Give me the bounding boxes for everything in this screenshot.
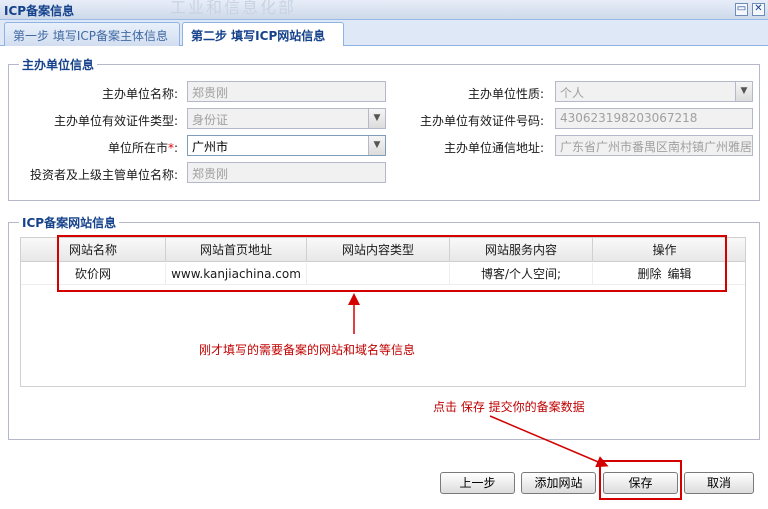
table-row[interactable]: 砍价网 www.kanjiachina.com 博客/个人空间; 删除 编辑 [21,263,745,285]
sponsor-name-field[interactable]: 郑贵刚 [187,81,386,102]
restore-icon[interactable]: ▭ [735,3,748,16]
col-header-content-type[interactable]: 网站内容类型 [307,238,450,262]
tab-strip: 第一步 填写ICP备案主体信息 第二步 填写ICP网站信息 [0,20,768,47]
col-header-service[interactable]: 网站服务内容 [450,238,593,262]
cell-content-type [307,263,450,285]
website-legend: ICP备案网站信息 [22,216,117,230]
cert-no-field[interactable]: 430623198203067218 [555,108,753,129]
window-title: ICP备案信息 [4,4,75,18]
tab-step-1[interactable]: 第一步 填写ICP备案主体信息 [4,22,180,46]
sponsor-nature-select[interactable]: 个人 ▼ [555,81,753,102]
annotation-save-note: 点击 保存 提交你的备案数据 [433,400,585,414]
cert-type-value: 身份证 [192,113,229,127]
col-header-actions: 操作 [652,243,677,257]
annotation-table-note: 刚才填写的需要备案的网站和域名等信息 [199,343,416,357]
window-titlebar: 工业和信息化部 ICP备案信息 ▭ ✕ [0,0,768,20]
cell-site-url: www.kanjiachina.com [166,263,307,285]
city-label-colon: : [173,141,178,155]
delete-link[interactable]: 删除 [637,267,661,281]
banner-watermark: 工业和信息化部 [170,0,297,17]
cell-site-name: 砍价网 [21,263,166,285]
sponsor-legend: 主办单位信息 [22,58,95,72]
website-grid: 网站名称 网站首页地址 网站内容类型 网站服务内容 操作 砍价网 www.kan… [20,237,746,387]
chevron-down-icon[interactable]: ▼ [735,82,752,101]
edit-link[interactable]: 编辑 [668,267,692,281]
prev-step-button[interactable]: 上一步 [440,472,515,494]
chevron-down-icon[interactable]: ▼ [368,136,385,155]
city-select[interactable]: 广州市 ▼ [187,135,386,156]
cert-type-label: 主办单位有效证件类型: [53,114,178,128]
city-label-text: 单位所在市 [107,141,168,155]
address-field[interactable]: 广东省广州市番禺区南村镇广州雅居 [555,135,753,156]
city-label: 单位所在市*: [108,139,178,156]
cert-no-label: 主办单位有效证件号码: [419,114,544,128]
address-label: 主办单位通信地址: [443,141,544,155]
sponsor-nature-label: 主办单位性质: [467,87,544,101]
chevron-down-icon[interactable]: ▼ [368,109,385,128]
sponsor-name-label: 主办单位名称: [101,87,178,101]
cancel-button[interactable]: 取消 [684,472,754,494]
grid-header: 网站名称 网站首页地址 网站内容类型 网站服务内容 操作 [21,238,745,262]
investor-field[interactable]: 郑贵刚 [187,162,386,183]
col-header-name[interactable]: 网站名称 [21,238,166,262]
tab-step-2[interactable]: 第二步 填写ICP网站信息 [182,22,344,47]
add-site-button[interactable]: 添加网站 [521,472,596,494]
cell-service: 博客/个人空间; [450,263,593,285]
save-button[interactable]: 保存 [603,472,678,494]
cert-type-select[interactable]: 身份证 ▼ [187,108,386,129]
investor-label: 投资者及上级主管单位名称: [29,168,178,182]
sponsor-nature-value: 个人 [560,86,585,100]
close-icon[interactable]: ✕ [752,3,765,16]
cell-actions: 删除 编辑 [593,263,736,285]
col-header-url[interactable]: 网站首页地址 [166,238,307,262]
city-value: 广州市 [192,140,229,154]
